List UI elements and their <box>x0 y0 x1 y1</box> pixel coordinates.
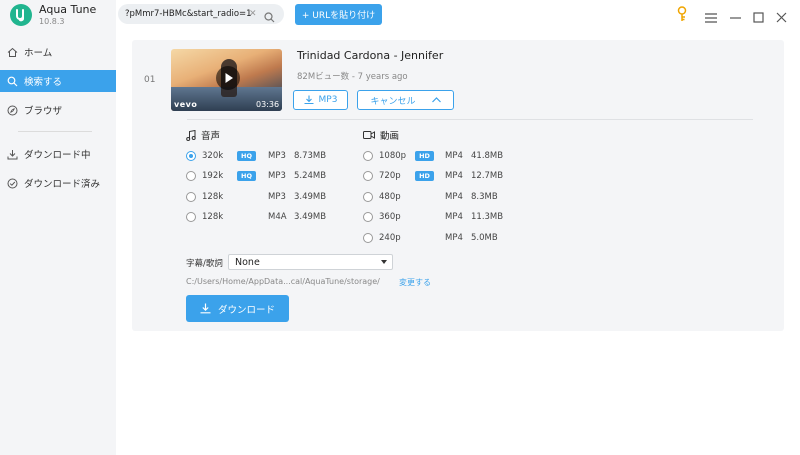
audio-size: 3.49MB <box>294 212 327 222</box>
hd-badge: HD <box>415 171 434 181</box>
video-quality: 480p <box>379 192 401 202</box>
audio-quality: 192k <box>202 171 224 181</box>
video-radio-480p[interactable] <box>363 192 373 202</box>
subtitles-select-value: None <box>235 256 260 268</box>
compass-icon <box>7 105 18 116</box>
app-logo-wrap <box>10 4 32 26</box>
mp3-button-label: MP3 <box>318 95 338 105</box>
video-format: MP4 <box>445 233 463 243</box>
video-quality: 360p <box>379 212 401 222</box>
video-size: 8.3MB <box>471 192 498 202</box>
paste-url-button[interactable]: + URLを貼り付け <box>295 4 382 25</box>
audio-quality: 320k <box>202 151 224 161</box>
search-icon[interactable] <box>264 8 275 27</box>
audio-quality: 128k <box>202 212 224 222</box>
video-size: 41.8MB <box>471 151 504 161</box>
card-divider <box>187 119 753 120</box>
music-note-icon <box>186 129 196 141</box>
sidebar-item-downloaded[interactable]: ダウンロード済み <box>0 172 116 194</box>
video-quality: 240p <box>379 233 401 243</box>
hq-badge: HQ <box>237 171 256 181</box>
sidebar-item-label: 検索する <box>24 77 63 88</box>
sidebar-item-label: ホーム <box>24 48 53 59</box>
audio-size: 5.24MB <box>294 171 327 181</box>
sidebar-divider <box>18 131 92 132</box>
audio-radio-320k[interactable] <box>186 151 196 161</box>
video-duration: 03:36 <box>256 100 280 109</box>
play-icon[interactable] <box>216 66 240 90</box>
audio-quality: 128k <box>202 192 224 202</box>
maximize-icon[interactable] <box>753 8 764 27</box>
app-name: Aqua Tune <box>39 3 97 16</box>
subtitles-label: 字幕/歌詞 <box>186 259 223 269</box>
url-input[interactable]: ?pMmr7-HBMc&start_radio=1 <box>118 4 284 24</box>
download-button[interactable]: ダウンロード <box>186 295 289 322</box>
download-button-label: ダウンロード <box>217 304 275 316</box>
audio-format: MP3 <box>268 192 286 202</box>
vevo-logo: vevo <box>174 100 198 109</box>
search-icon <box>7 76 18 87</box>
sidebar-item-label: ブラウザ <box>24 106 63 117</box>
item-index: 01 <box>144 75 156 85</box>
clear-icon[interactable]: ✕ <box>249 9 257 19</box>
cancel-button-label: キャンセル <box>370 96 416 107</box>
sidebar-item-browser[interactable]: ブラウザ <box>0 99 116 121</box>
download-icon <box>7 149 18 160</box>
audio-radio-128k-mp3[interactable] <box>186 192 196 202</box>
audio-radio-128k-m4a[interactable] <box>186 212 196 222</box>
cancel-button[interactable]: キャンセル <box>357 90 454 110</box>
video-radio-720p[interactable] <box>363 171 373 181</box>
video-radio-240p[interactable] <box>363 233 373 243</box>
video-format: MP4 <box>445 212 463 222</box>
download-icon <box>304 95 314 105</box>
home-icon <box>7 47 18 58</box>
video-format: MP4 <box>445 171 463 181</box>
hq-badge: HQ <box>237 151 256 161</box>
video-size: 5.0MB <box>471 233 498 243</box>
video-camera-icon <box>363 130 375 140</box>
sidebar-item-downloading[interactable]: ダウンロード中 <box>0 143 116 165</box>
video-title: Trinidad Cardona - Jennifer <box>297 49 444 62</box>
sidebar-item-search[interactable]: 検索する <box>0 70 116 92</box>
sidebar-item-label: ダウンロード済み <box>24 179 101 190</box>
video-size: 11.3MB <box>471 212 504 222</box>
video-quality: 720p <box>379 171 401 181</box>
audio-radio-192k[interactable] <box>186 171 196 181</box>
video-section-heading: 動画 <box>363 128 399 142</box>
sidebar-item-home[interactable]: ホーム <box>0 41 116 63</box>
audio-format: M4A <box>268 212 287 222</box>
video-meta: 82Mビュー数 - 7 years ago <box>297 72 408 82</box>
audio-format: MP3 <box>268 171 286 181</box>
audio-format: MP3 <box>268 151 286 161</box>
app-logo-icon <box>10 4 32 26</box>
chevron-up-icon <box>431 97 441 103</box>
app-version: 10.8.3 <box>39 17 65 26</box>
download-icon <box>200 303 211 314</box>
audio-heading-label: 音声 <box>201 131 221 142</box>
url-input-value: ?pMmr7-HBMc&start_radio=1 <box>125 9 252 19</box>
audio-size: 3.49MB <box>294 192 327 202</box>
video-radio-1080p[interactable] <box>363 151 373 161</box>
video-quality: 1080p <box>379 151 407 161</box>
check-circle-icon <box>7 178 18 189</box>
video-size: 12.7MB <box>471 171 504 181</box>
video-format: MP4 <box>445 151 463 161</box>
close-icon[interactable] <box>776 8 787 27</box>
caret-down-icon <box>381 260 387 264</box>
video-format: MP4 <box>445 192 463 202</box>
minimize-icon[interactable] <box>730 8 742 27</box>
subtitles-select[interactable]: None <box>228 254 393 270</box>
sidebar-item-label: ダウンロード中 <box>24 150 91 161</box>
video-heading-label: 動画 <box>380 131 400 142</box>
key-icon[interactable] <box>676 6 688 26</box>
audio-size: 8.73MB <box>294 151 327 161</box>
menu-icon[interactable] <box>705 8 717 27</box>
mp3-button[interactable]: MP3 <box>293 90 348 110</box>
change-path-link[interactable]: 変更する <box>399 277 431 288</box>
sidebar: Aqua Tune 10.8.3 ホーム 検索する ブラウザ ダウンロード中 ダ… <box>0 0 116 455</box>
output-path: C:/Users/Home/AppData...cal/AquaTune/sto… <box>186 277 380 286</box>
audio-section-heading: 音声 <box>186 128 220 142</box>
hd-badge: HD <box>415 151 434 161</box>
video-radio-360p[interactable] <box>363 212 373 222</box>
